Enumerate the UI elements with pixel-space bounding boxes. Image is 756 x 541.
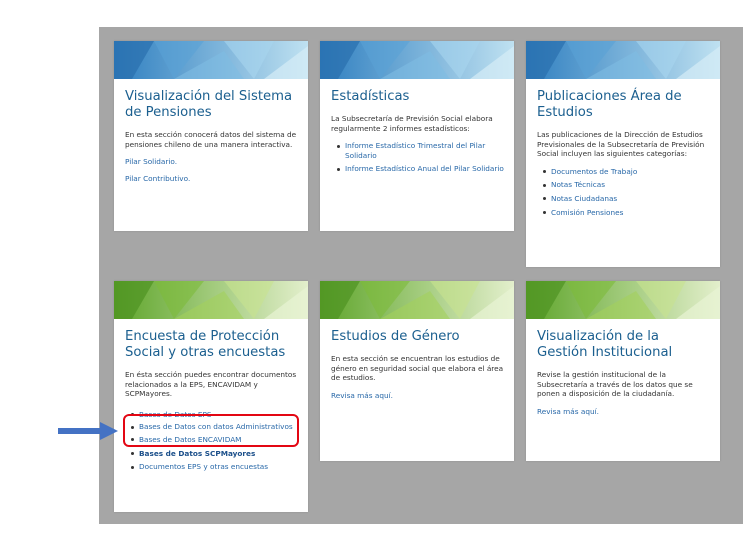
arrow-right-icon (58, 422, 118, 444)
card-visualizacion-pensiones: Visualización del Sistema de Pensiones E… (114, 41, 308, 231)
card-title: Estadísticas (331, 89, 410, 104)
pilar-solidario-link[interactable]: Pilar Solidario. (125, 157, 298, 167)
pilar-contributivo-link[interactable]: Pilar Contributivo. (125, 174, 298, 184)
informe-trimestral-link[interactable]: Informe Estadístico Trimestral del Pilar… (337, 141, 504, 160)
notas-ciudadanas-link[interactable]: Notas Ciudadanas (543, 194, 710, 204)
card-estadisticas: Estadísticas La Subsecretaría de Previsi… (320, 41, 514, 231)
highlight-box (123, 414, 299, 447)
card-banner-green (114, 281, 308, 319)
card-description: La Subsecretaría de Previsión Social ela… (331, 114, 493, 133)
informe-anual-link[interactable]: Informe Estadístico Anual del Pilar Soli… (337, 164, 504, 174)
notas-tecnicas-link[interactable]: Notas Técnicas (543, 180, 710, 190)
revisa-mas-link[interactable]: Revisa más aquí. (537, 407, 710, 417)
card-title: Estudios de Género (331, 329, 460, 344)
card-banner-green (320, 281, 514, 319)
card-description: En esta sección conocerá datos del siste… (125, 130, 297, 149)
card-description: En esta sección se encuentran los estudi… (331, 354, 504, 383)
card-description: Las publicaciones de la Dirección de Est… (537, 130, 705, 159)
comision-pensiones-link[interactable]: Comisión Pensiones (543, 208, 710, 218)
documentos-eps-link[interactable]: Documentos EPS y otras encuestas (131, 462, 298, 472)
card-banner-blue (320, 41, 514, 79)
card-title: Publicaciones Área de Estudios (537, 89, 682, 120)
link-list: Informe Estadístico Trimestral del Pilar… (331, 141, 504, 174)
card-banner-blue (114, 41, 308, 79)
card-description: Revise la gestión institucional de la Su… (537, 370, 693, 399)
card-gestion-institucional: Visualización de la Gestión Instituciona… (526, 281, 720, 461)
card-description: En ésta sección puedes encontrar documen… (125, 370, 297, 399)
card-title: Visualización del Sistema de Pensiones (125, 89, 293, 120)
card-encuesta-proteccion-social: Encuesta de Protección Social y otras en… (114, 281, 308, 512)
card-banner-blue (526, 41, 720, 79)
documentos-trabajo-link[interactable]: Documentos de Trabajo (543, 167, 710, 177)
card-publicaciones: Publicaciones Área de Estudios Las publi… (526, 41, 720, 267)
card-estudios-genero: Estudios de Género En esta sección se en… (320, 281, 514, 461)
card-title: Visualización de la Gestión Instituciona… (537, 329, 673, 360)
card-title: Encuesta de Protección Social y otras en… (125, 329, 286, 360)
bases-datos-scpmayores-link[interactable]: Bases de Datos SCPMayores (131, 449, 298, 459)
revisa-mas-link[interactable]: Revisa más aquí. (331, 391, 504, 401)
card-banner-green (526, 281, 720, 319)
link-list: Documentos de Trabajo Notas Técnicas Not… (537, 167, 710, 217)
